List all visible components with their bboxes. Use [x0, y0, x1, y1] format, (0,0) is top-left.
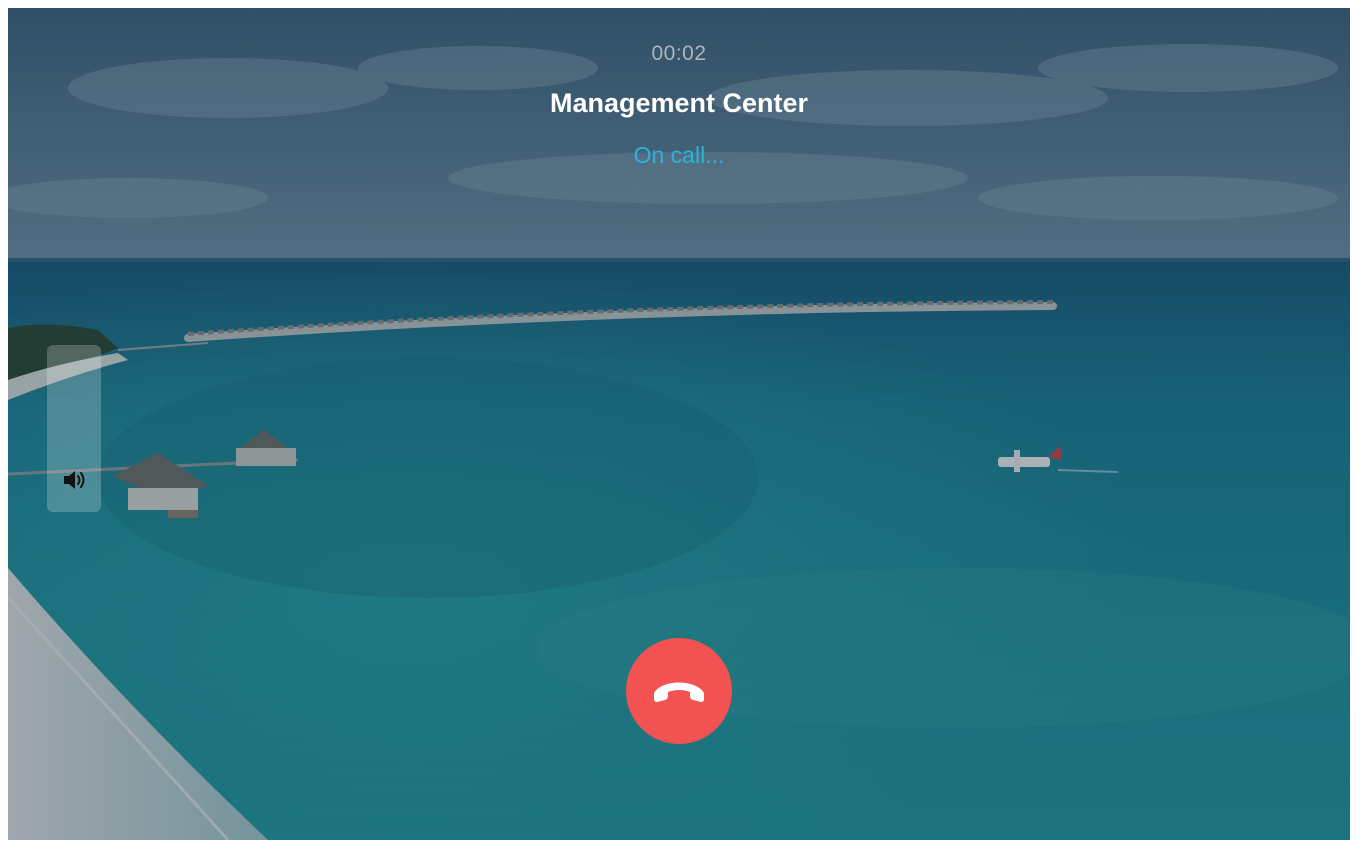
- call-timer: 00:02: [651, 42, 707, 65]
- caller-name: Management Center: [549, 88, 809, 118]
- volume-slider[interactable]: [47, 345, 101, 512]
- speaker-volume-icon[interactable]: [62, 469, 88, 491]
- call-status: On call...: [633, 142, 725, 168]
- hangup-button[interactable]: [626, 638, 732, 744]
- call-screen: 00:02 Management Center On call...: [8, 8, 1350, 840]
- phone-hangup-icon: [654, 682, 704, 702]
